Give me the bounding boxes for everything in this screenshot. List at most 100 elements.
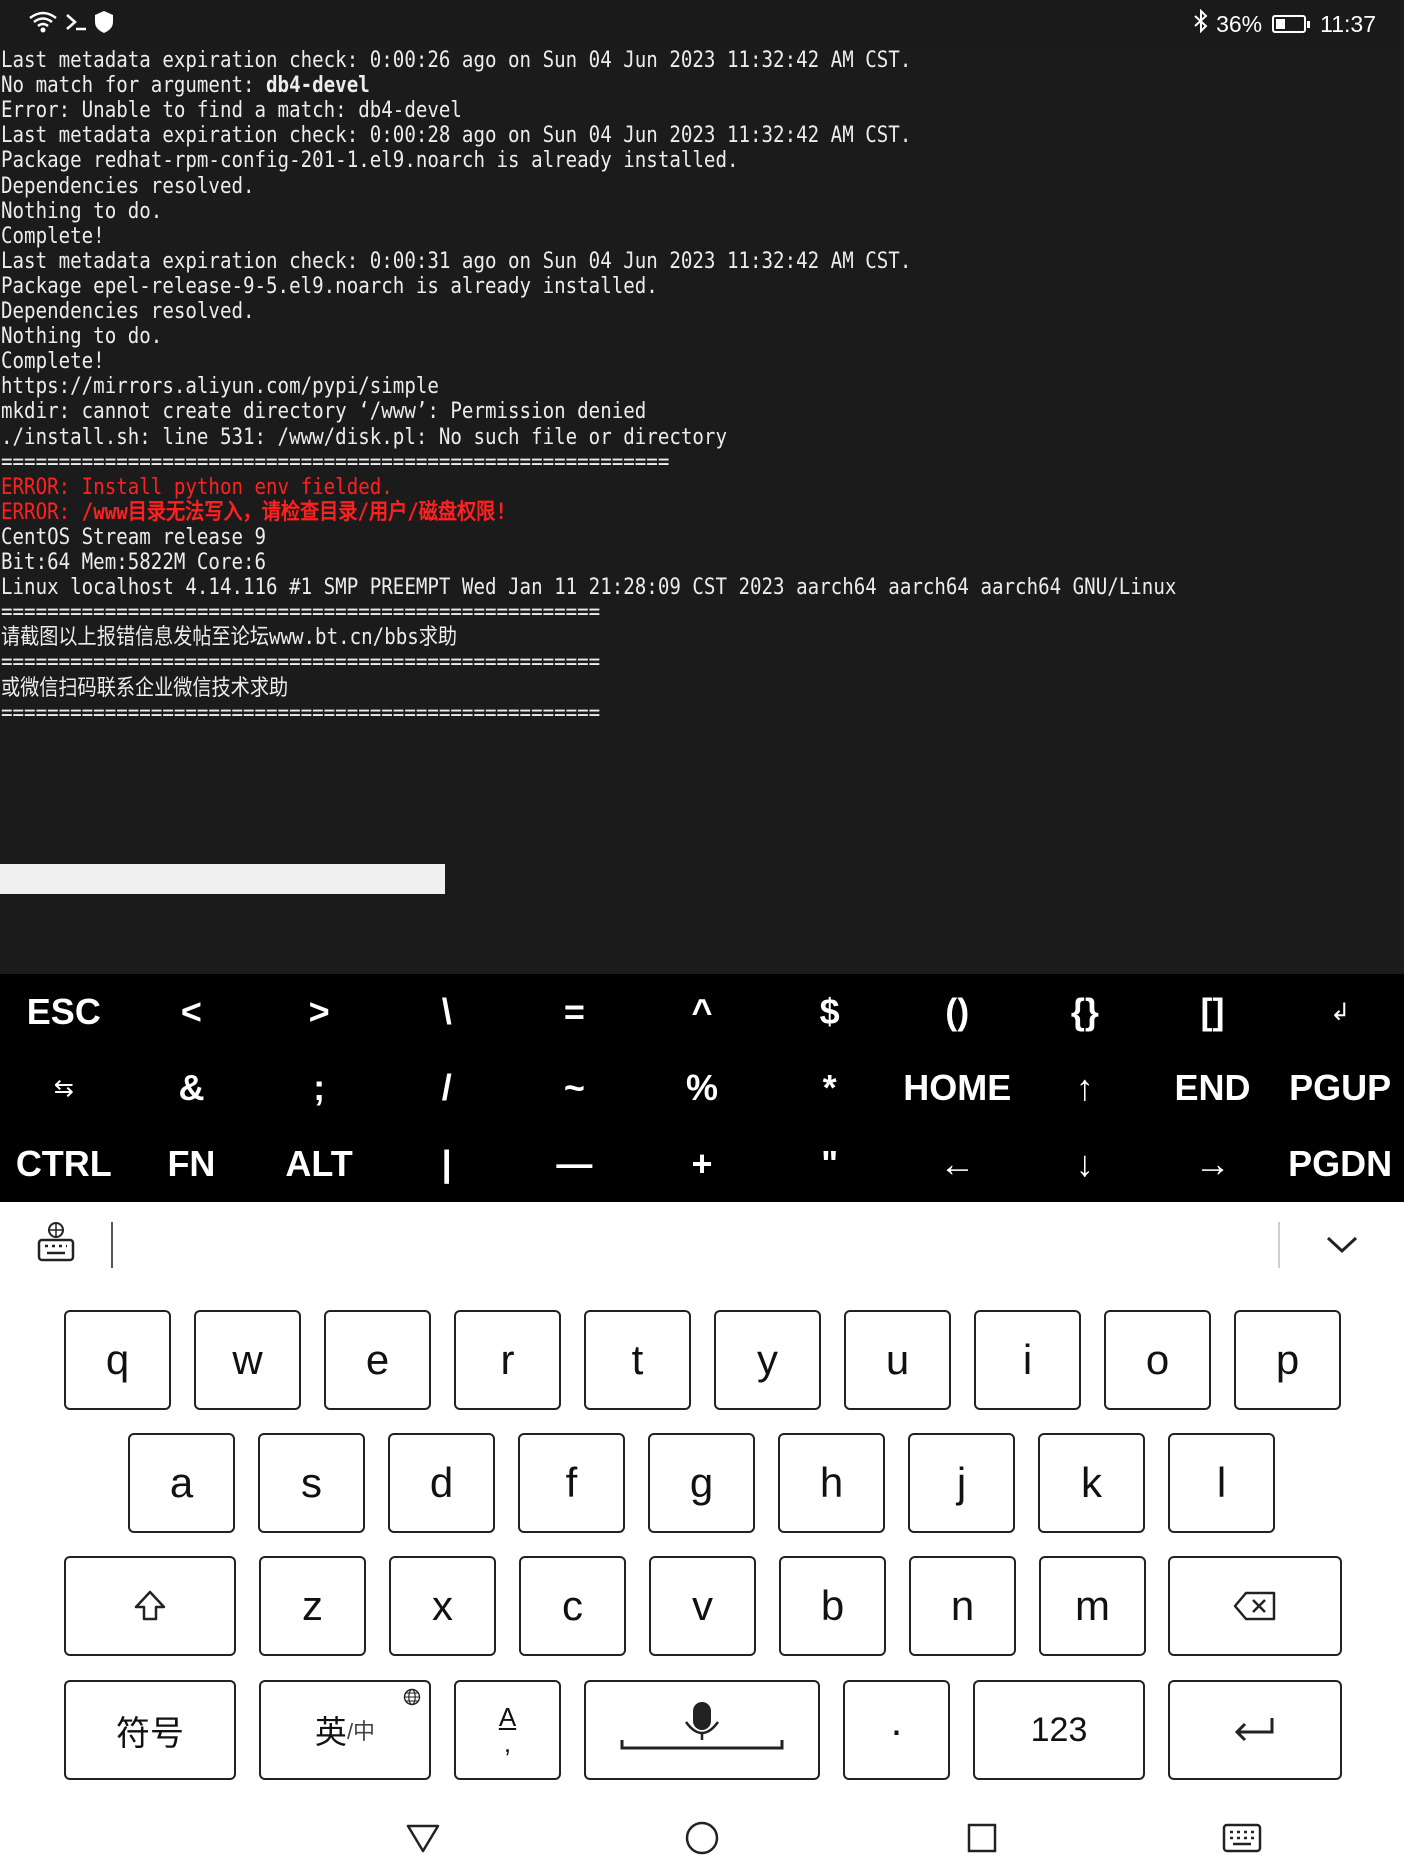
key-i[interactable]: i [974, 1310, 1081, 1410]
key-p[interactable]: p [1234, 1310, 1341, 1410]
bluetooth-icon [1192, 8, 1210, 39]
symbols-key[interactable]: 符号 [64, 1680, 236, 1780]
extra-key-fn[interactable]: FN [128, 1126, 256, 1202]
extra-key-r1c0[interactable]: ⇆ [0, 1050, 128, 1126]
extra-key-r2c5[interactable]: + [638, 1126, 766, 1202]
microphone-icon [620, 1700, 784, 1760]
keyboard-icon[interactable] [1220, 1816, 1264, 1860]
terminal-icon [64, 10, 88, 38]
extra-key-esc[interactable]: ESC [0, 974, 128, 1050]
key-r[interactable]: r [454, 1310, 561, 1410]
extra-key-r1c8[interactable]: ↑ [1021, 1050, 1149, 1126]
enter-key[interactable] [1168, 1680, 1342, 1780]
status-left-icons [28, 8, 114, 40]
battery-percent: 36% [1216, 10, 1263, 37]
punctuation-labels: A , [499, 1704, 516, 1756]
terminal-output[interactable]: Last metadata expiration check: 0:00:26 … [0, 48, 1404, 974]
terminal-line-prefix: No match for argument: [1, 73, 267, 99]
extra-key-home[interactable]: HOME [893, 1050, 1021, 1126]
keyboard-toolbar [0, 1202, 1404, 1282]
extra-key-pgup[interactable]: PGUP [1276, 1050, 1404, 1126]
enter-icon [1232, 1715, 1278, 1745]
extra-key-r2c3[interactable]: | [383, 1126, 511, 1202]
extra-key-r0c2[interactable]: > [255, 974, 383, 1050]
key-t[interactable]: t [584, 1310, 691, 1410]
extra-key-r2c6[interactable]: " [766, 1126, 894, 1202]
extra-key-r0c4[interactable]: = [511, 974, 639, 1050]
extra-key-r1c5[interactable]: % [638, 1050, 766, 1126]
period-key[interactable]: · [843, 1680, 950, 1780]
key-b[interactable]: b [779, 1556, 886, 1656]
punctuation-key[interactable]: A , [454, 1680, 561, 1780]
extra-key-r2c4[interactable]: — [511, 1126, 639, 1202]
shift-icon [132, 1588, 168, 1624]
space-key[interactable] [584, 1680, 820, 1780]
extra-key-r0c6[interactable]: $ [766, 974, 894, 1050]
home-circle-icon[interactable] [680, 1816, 724, 1860]
terminal-line: ========================================… [1, 700, 601, 726]
terminal-line-bold: db4-devel [266, 73, 370, 99]
key-f[interactable]: f [518, 1433, 625, 1533]
wifi-icon [28, 10, 58, 38]
keyboard-settings-icon[interactable] [36, 1220, 76, 1264]
extra-key-r2c7[interactable]: ← [893, 1126, 1021, 1202]
key-z[interactable]: z [259, 1556, 366, 1656]
extra-key-r0c9[interactable]: [] [1149, 974, 1277, 1050]
back-triangle-icon[interactable] [401, 1816, 445, 1860]
globe-icon [403, 1688, 421, 1706]
numbers-key[interactable]: 123 [973, 1680, 1145, 1780]
text-caret [111, 1222, 113, 1268]
status-right: 36% 11:37 [1192, 8, 1376, 40]
key-l[interactable]: l [1168, 1433, 1275, 1533]
key-a[interactable]: a [128, 1433, 235, 1533]
extra-key-r0c8[interactable]: {} [1021, 974, 1149, 1050]
extra-key-r0c5[interactable]: ^ [638, 974, 766, 1050]
extra-key-ctrl[interactable]: CTRL [0, 1126, 128, 1202]
extra-keys-bar: ESC < > \ = ^ $(){}[] ↲ ⇆ &; / ~% * HOME ↑ END PGUP CTRL F… [0, 974, 1404, 1202]
key-x[interactable]: x [389, 1556, 496, 1656]
key-e[interactable]: e [324, 1310, 431, 1410]
punct-bottom-label: , [503, 1728, 512, 1758]
key-c[interactable]: c [519, 1556, 626, 1656]
key-u[interactable]: u [844, 1310, 951, 1410]
chevron-down-icon[interactable] [1322, 1224, 1362, 1264]
key-d[interactable]: d [388, 1433, 495, 1533]
key-q[interactable]: q [64, 1310, 171, 1410]
navigation-bar [0, 1806, 1404, 1872]
extra-key-r2c8[interactable]: ↓ [1021, 1126, 1149, 1202]
extra-key-r0c1[interactable]: < [128, 974, 256, 1050]
extra-key-alt[interactable]: ALT [255, 1126, 383, 1202]
key-h[interactable]: h [778, 1433, 885, 1533]
key-v[interactable]: v [649, 1556, 756, 1656]
key-o[interactable]: o [1104, 1310, 1211, 1410]
extra-key-r1c3[interactable]: / [383, 1050, 511, 1126]
terminal-line-prefix: ERROR: [1, 499, 82, 525]
extra-key-pgdn[interactable]: PGDN [1276, 1126, 1404, 1202]
backspace-key[interactable] [1168, 1556, 1342, 1656]
extra-key-r1c1[interactable]: & [128, 1050, 256, 1126]
shift-key[interactable] [64, 1556, 236, 1656]
extra-key-r0c10[interactable]: ↲ [1276, 974, 1404, 1050]
key-y[interactable]: y [714, 1310, 821, 1410]
clock: 11:37 [1320, 10, 1376, 37]
key-w[interactable]: w [194, 1310, 301, 1410]
key-g[interactable]: g [648, 1433, 755, 1533]
terminal-cursor-line [0, 864, 445, 894]
key-k[interactable]: k [1038, 1433, 1145, 1533]
extra-key-r0c7[interactable]: () [893, 974, 1021, 1050]
key-n[interactable]: n [909, 1556, 1016, 1656]
extra-key-r0c3[interactable]: \ [383, 974, 511, 1050]
key-m[interactable]: m [1039, 1556, 1146, 1656]
status-bar: 36% 11:37 [0, 0, 1404, 48]
key-s[interactable]: s [258, 1433, 365, 1533]
extra-key-r1c2[interactable]: ; [255, 1050, 383, 1126]
battery-fill [1276, 19, 1286, 29]
language-switch-key[interactable]: 英/中 [259, 1680, 431, 1780]
extra-key-end[interactable]: END [1149, 1050, 1277, 1126]
extra-key-r2c9[interactable]: → [1149, 1126, 1277, 1202]
extra-key-r1c6[interactable]: * [766, 1050, 894, 1126]
lang-main-label: 英 [314, 1714, 347, 1750]
recents-square-icon[interactable] [960, 1816, 1004, 1860]
key-j[interactable]: j [908, 1433, 1015, 1533]
extra-key-r1c4[interactable]: ~ [511, 1050, 639, 1126]
